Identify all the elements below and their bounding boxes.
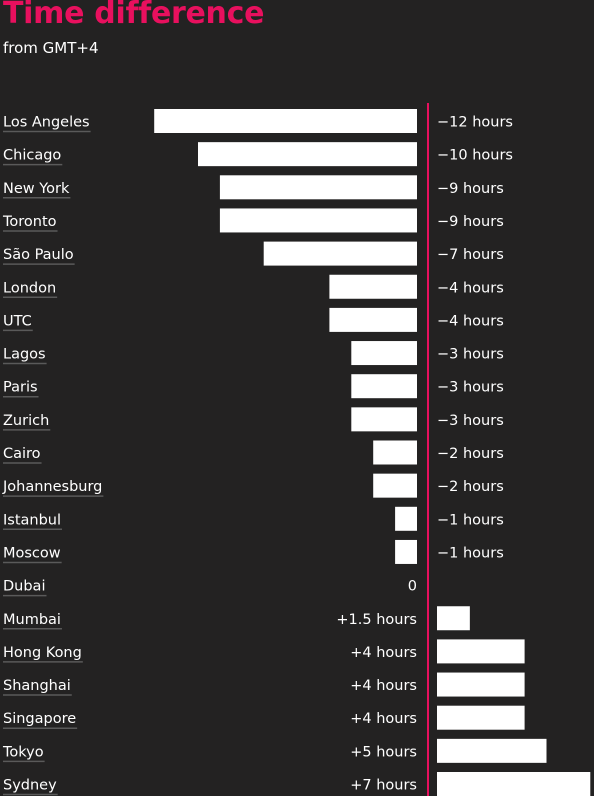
value-label: +5 hours <box>350 744 417 760</box>
bar <box>437 705 525 730</box>
bar-chart: Los Angeles −12 hours Chicago −10 hours New … <box>2 103 591 796</box>
bar <box>437 672 525 697</box>
category-label: New York <box>3 181 70 197</box>
bar <box>351 407 417 432</box>
category-label: London <box>3 280 56 296</box>
value-label: −3 hours <box>437 347 504 363</box>
bar <box>351 341 417 366</box>
category-label: Toronto <box>2 214 57 230</box>
bar <box>154 109 417 133</box>
bar <box>373 473 417 498</box>
category-label: Mumbai <box>3 612 61 628</box>
category-label: Hong Kong <box>3 645 82 661</box>
category-label: Lagos <box>3 347 46 363</box>
value-label: −9 hours <box>437 181 504 197</box>
category-label: Dubai <box>3 579 45 595</box>
value-label: +1.5 hours <box>336 612 417 628</box>
category-label: Singapore <box>3 711 76 727</box>
bar <box>395 539 417 564</box>
category-label: São Paulo <box>3 247 74 263</box>
value-label: −2 hours <box>437 479 504 495</box>
bar <box>437 772 591 796</box>
category-label: Shanghai <box>3 678 71 694</box>
bar <box>198 142 417 167</box>
value-label: −2 hours <box>437 446 504 462</box>
bar <box>351 374 417 399</box>
value-label: −4 hours <box>437 313 504 329</box>
value-label: +4 hours <box>350 678 417 694</box>
category-label: UTC <box>3 313 32 329</box>
category-label: Tokyo <box>2 744 44 760</box>
bar <box>395 506 417 531</box>
category-label: Johannesburg <box>2 479 102 495</box>
bar <box>437 738 547 763</box>
bar <box>329 274 417 299</box>
chart-root: Time difference from GMT+4 Los Angeles −1… <box>0 0 594 796</box>
category-label: Cairo <box>3 446 41 462</box>
value-label: −1 hours <box>437 545 504 561</box>
value-label: −3 hours <box>437 380 504 396</box>
value-label: −9 hours <box>437 214 504 230</box>
bar <box>219 208 417 233</box>
value-label: −4 hours <box>437 280 504 296</box>
value-label: +7 hours <box>350 778 417 794</box>
category-label: Zurich <box>3 413 49 429</box>
value-label: +4 hours <box>350 645 417 661</box>
category-label: Moscow <box>3 545 61 561</box>
category-label: Chicago <box>3 148 61 164</box>
value-label: −12 hours <box>437 115 513 131</box>
bar <box>219 175 417 200</box>
bar <box>437 606 470 631</box>
category-label: Istanbul <box>3 512 61 528</box>
bar <box>437 639 525 664</box>
value-label: −3 hours <box>437 413 504 429</box>
category-label: Los Angeles <box>3 115 90 131</box>
value-label: +4 hours <box>350 711 417 727</box>
bar <box>373 440 417 465</box>
value-label: 0 <box>408 579 417 595</box>
category-label: Sydney <box>3 778 57 794</box>
category-label: Paris <box>3 380 38 396</box>
bar <box>263 241 417 266</box>
value-label: −1 hours <box>437 512 504 528</box>
bar <box>329 307 417 332</box>
value-label: −7 hours <box>437 247 504 263</box>
value-label: −10 hours <box>437 148 513 164</box>
